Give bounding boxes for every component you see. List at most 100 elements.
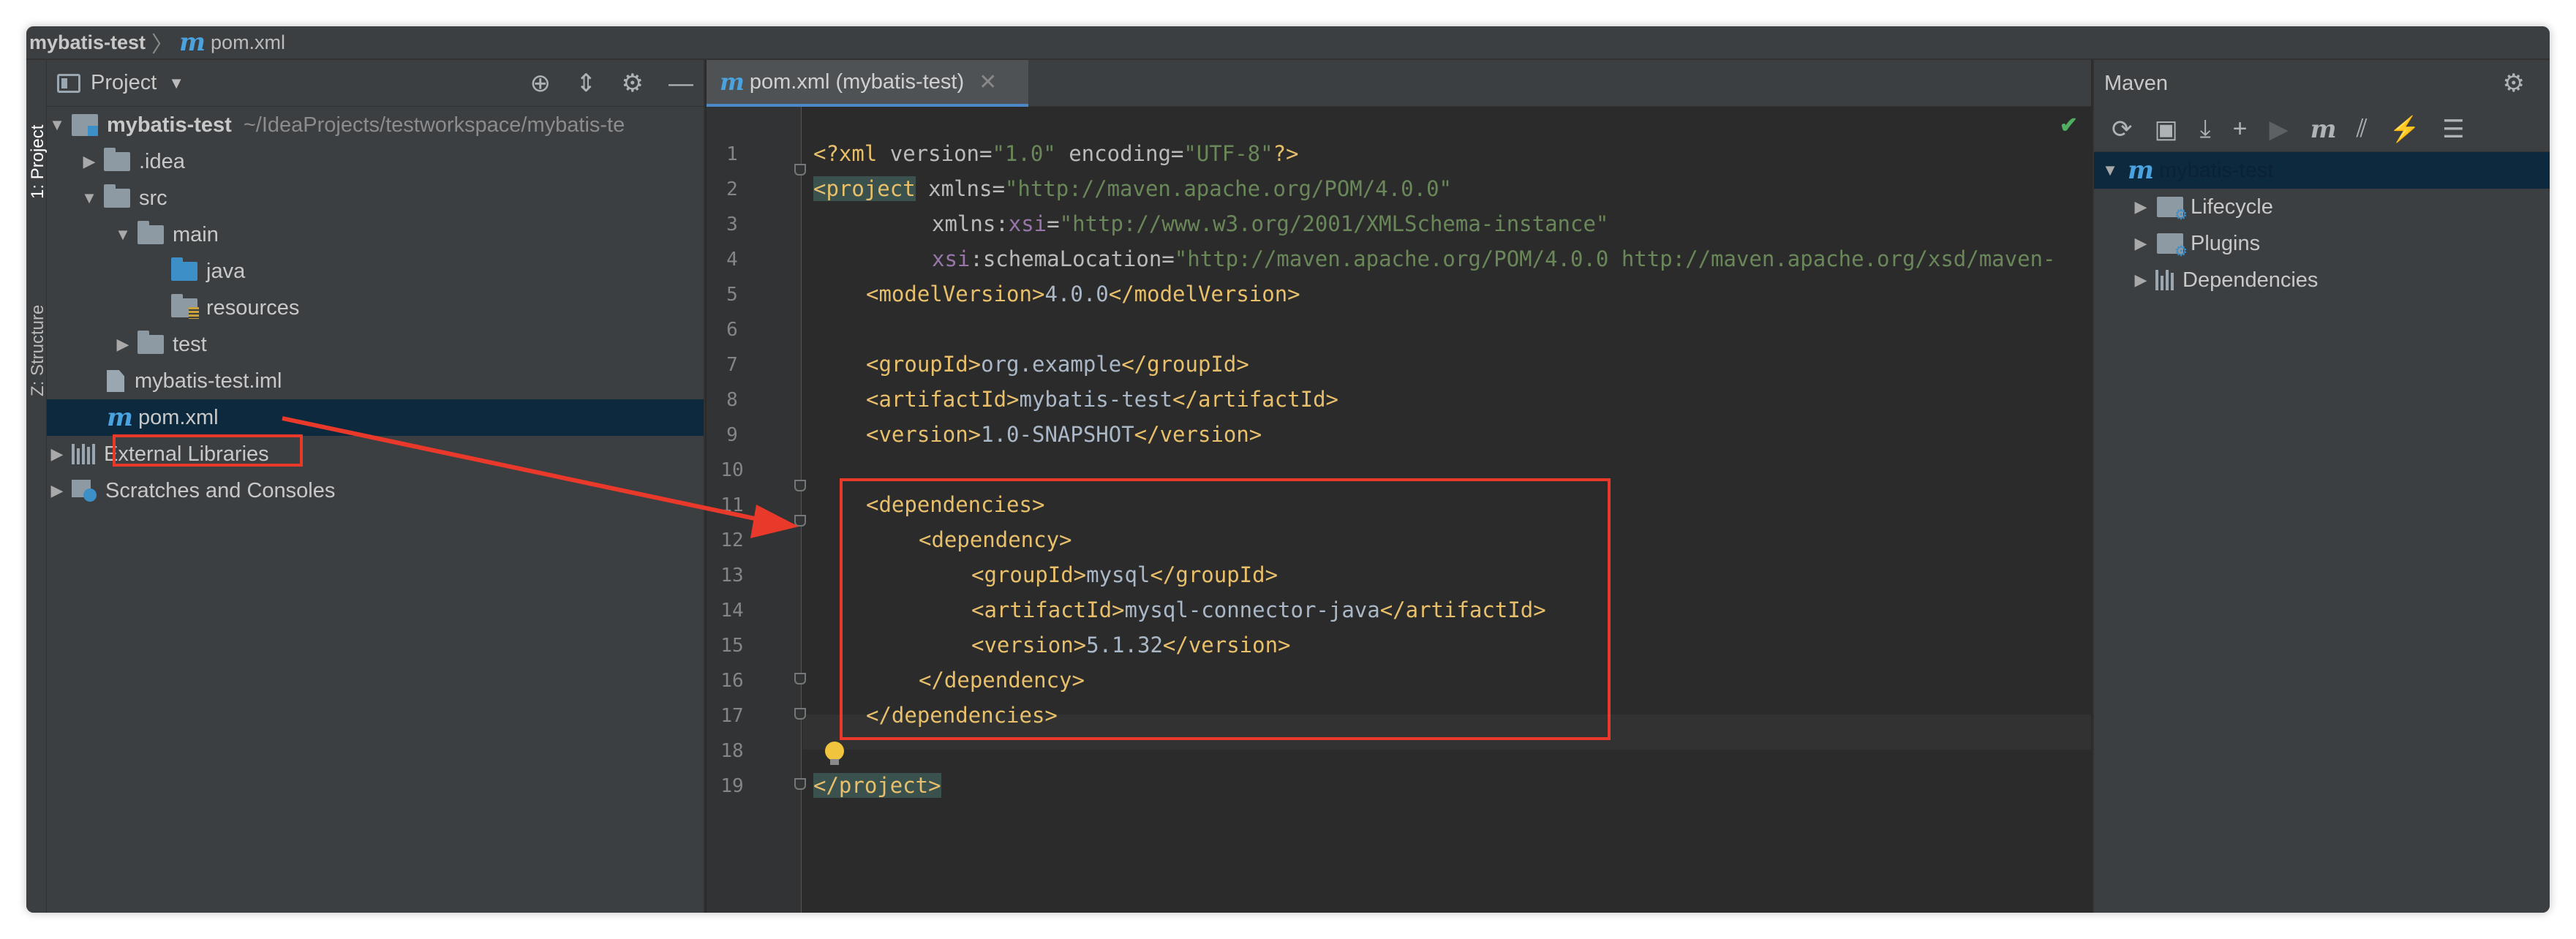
line-number: 16 bbox=[720, 670, 744, 692]
line-number: 6 bbox=[726, 319, 738, 341]
generate-sources-icon[interactable]: ▣ bbox=[2155, 115, 2178, 144]
tree-item-path: ~/IdeaProjects/testworkspace/mybatis-te bbox=[243, 113, 625, 137]
iml-file-icon bbox=[107, 370, 124, 392]
tree-item-resources[interactable]: resources bbox=[47, 290, 704, 326]
breadcrumb-file[interactable]: pom.xml bbox=[211, 31, 285, 54]
code-line-7[interactable]: <groupId>org.example</groupId> bbox=[813, 347, 1249, 382]
gear-icon[interactable]: ⚙ bbox=[2503, 69, 2525, 98]
tree-item-iml[interactable]: mybatis-test.iml bbox=[47, 363, 704, 399]
maven-file-icon: m bbox=[179, 28, 206, 57]
left-tool-strip: 1: Project Z: Structure bbox=[26, 60, 48, 913]
skip-tests-icon[interactable]: ⚡ bbox=[2389, 115, 2420, 144]
minimize-icon[interactable]: — bbox=[669, 69, 693, 98]
collapsed-arrow-icon[interactable]: ▶ bbox=[2131, 234, 2151, 253]
line-number: 2 bbox=[726, 178, 738, 200]
line-number: 18 bbox=[720, 740, 744, 762]
toggle-offline-icon[interactable]: ⫽ bbox=[2357, 115, 2368, 143]
dependencies-highlight-box bbox=[840, 478, 1611, 740]
gear-icon[interactable]: ⚙ bbox=[622, 69, 644, 98]
code-line-2[interactable]: <project xmlns="http://maven.apache.org/… bbox=[813, 171, 1452, 206]
tree-item-label: resources bbox=[206, 295, 300, 320]
maven-tree-plugins[interactable]: ▶ Plugins bbox=[2094, 225, 2550, 262]
code-line-8[interactable]: <artifactId>mybatis-test</artifactId> bbox=[813, 382, 1338, 417]
maven-file-icon: m bbox=[107, 403, 133, 432]
fold-marker-icon[interactable] bbox=[794, 164, 806, 176]
line-number: 4 bbox=[726, 249, 738, 271]
line-number: 8 bbox=[726, 389, 738, 411]
tab-pom-xml[interactable]: m pom.xml (mybatis-test) ✕ bbox=[707, 60, 1028, 107]
project-window-icon bbox=[57, 73, 80, 93]
collapsed-arrow-icon[interactable]: ▶ bbox=[47, 481, 67, 500]
dependencies-folder-icon bbox=[2155, 270, 2174, 290]
locate-file-icon[interactable]: ⊕ bbox=[530, 69, 551, 98]
tree-item-main[interactable]: ▼ main bbox=[47, 216, 704, 253]
line-number: 9 bbox=[726, 424, 738, 446]
collapsed-arrow-icon[interactable]: ▶ bbox=[2131, 197, 2151, 216]
fold-marker-icon[interactable] bbox=[794, 673, 806, 685]
maven-panel: Maven ⚙ ⟳ ▣ ⤓ + ▶ m ⫽ ⚡ ☰ ▼ m mybatis-te… bbox=[2093, 60, 2550, 913]
resources-folder-icon bbox=[171, 294, 199, 319]
expanded-arrow-icon[interactable]: ▼ bbox=[47, 116, 67, 135]
line-number: 17 bbox=[720, 705, 744, 727]
chevron-down-icon[interactable]: ▼ bbox=[168, 74, 184, 93]
maven-tree-lifecycle[interactable]: ▶ Lifecycle bbox=[2094, 189, 2550, 225]
reload-icon[interactable]: ⟳ bbox=[2112, 115, 2133, 144]
intention-bulb-icon[interactable] bbox=[825, 742, 844, 765]
collapse-all-icon[interactable]: ⇕ bbox=[576, 69, 597, 98]
code-line-3[interactable]: xmlns:xsi="http://www.w3.org/2001/XMLSch… bbox=[813, 206, 1608, 241]
maven-tree-project[interactable]: ▼ m mybatis-test bbox=[2094, 152, 2550, 189]
collapsed-arrow-icon[interactable]: ▶ bbox=[2131, 271, 2151, 290]
maven-tree-dependencies[interactable]: ▶ Dependencies bbox=[2094, 262, 2550, 298]
show-dependencies-icon[interactable]: ☰ bbox=[2442, 115, 2464, 144]
maven-file-icon: m bbox=[720, 68, 745, 96]
tree-item-pom-xml[interactable]: m pom.xml bbox=[47, 399, 704, 436]
code-line-5[interactable]: <modelVersion>4.0.0</modelVersion> bbox=[813, 276, 1300, 312]
line-number: 19 bbox=[720, 775, 744, 797]
fold-marker-icon[interactable] bbox=[794, 515, 806, 527]
add-icon[interactable]: + bbox=[2233, 115, 2248, 143]
code-line-1[interactable]: <?xml version="1.0" encoding="UTF-8"?> bbox=[813, 136, 1299, 171]
folder-icon bbox=[138, 331, 164, 354]
close-icon[interactable]: ✕ bbox=[979, 69, 997, 95]
tree-item-idea[interactable]: ▶ .idea bbox=[47, 143, 704, 180]
tree-item-mybatis-test[interactable]: ▼ mybatis-test ~/IdeaProjects/testworksp… bbox=[47, 107, 704, 143]
collapsed-arrow-icon[interactable]: ▶ bbox=[113, 335, 133, 354]
collapsed-arrow-icon[interactable]: ▶ bbox=[47, 445, 67, 464]
tool-tab-structure[interactable]: Z: Structure bbox=[28, 305, 48, 396]
tree-item-label: test bbox=[173, 332, 207, 356]
tree-item-src[interactable]: ▼ src bbox=[47, 180, 704, 216]
folder-icon bbox=[138, 221, 164, 244]
plugins-folder-icon bbox=[2157, 233, 2188, 260]
tree-item-label: Scratches and Consoles bbox=[105, 478, 336, 502]
line-number: 7 bbox=[726, 354, 738, 376]
module-icon bbox=[72, 114, 98, 136]
tree-item-test[interactable]: ▶ test bbox=[47, 326, 704, 363]
tool-tab-project[interactable]: 1: Project bbox=[28, 125, 48, 199]
expanded-arrow-icon[interactable]: ▼ bbox=[79, 189, 99, 208]
tree-item-label: mybatis-test bbox=[107, 113, 232, 137]
code-line-4[interactable]: xsi:schemaLocation="http://maven.apache.… bbox=[813, 241, 2055, 276]
breadcrumb-project[interactable]: mybatis-test bbox=[29, 31, 146, 54]
project-view-selector[interactable]: Project bbox=[91, 71, 157, 95]
fold-marker-icon[interactable] bbox=[794, 708, 806, 720]
code-line-19[interactable]: </project> bbox=[813, 768, 941, 803]
project-toolbar: Project ▼ ⊕ ⇕ ⚙ — bbox=[47, 60, 704, 107]
maven-tree-label: mybatis-test bbox=[2158, 158, 2274, 182]
expanded-arrow-icon[interactable]: ▼ bbox=[113, 225, 133, 244]
collapsed-arrow-icon[interactable]: ▶ bbox=[79, 152, 99, 171]
tree-item-label: java bbox=[206, 259, 246, 283]
tree-item-label: pom.xml bbox=[138, 405, 219, 429]
expanded-arrow-icon[interactable]: ▼ bbox=[2100, 161, 2120, 180]
tree-item-scratches[interactable]: ▶ Scratches and Consoles bbox=[47, 472, 704, 509]
tree-item-java[interactable]: java bbox=[47, 253, 704, 290]
download-icon[interactable]: ⤓ bbox=[2200, 115, 2211, 143]
execute-goal-icon[interactable]: m bbox=[2311, 115, 2337, 144]
run-icon[interactable]: ▶ bbox=[2270, 115, 2289, 144]
fold-marker-icon[interactable] bbox=[794, 480, 806, 491]
folder-icon bbox=[104, 148, 130, 171]
code-line-9[interactable]: <version>1.0-SNAPSHOT</version> bbox=[813, 417, 1262, 452]
pom-xml-highlight-box bbox=[113, 434, 303, 467]
fold-marker-icon[interactable] bbox=[794, 778, 806, 790]
maven-tree-label: Dependencies bbox=[2183, 268, 2319, 292]
ide-window: mybatis-test 〉 m pom.xml 1: Project Z: S… bbox=[26, 26, 2550, 913]
